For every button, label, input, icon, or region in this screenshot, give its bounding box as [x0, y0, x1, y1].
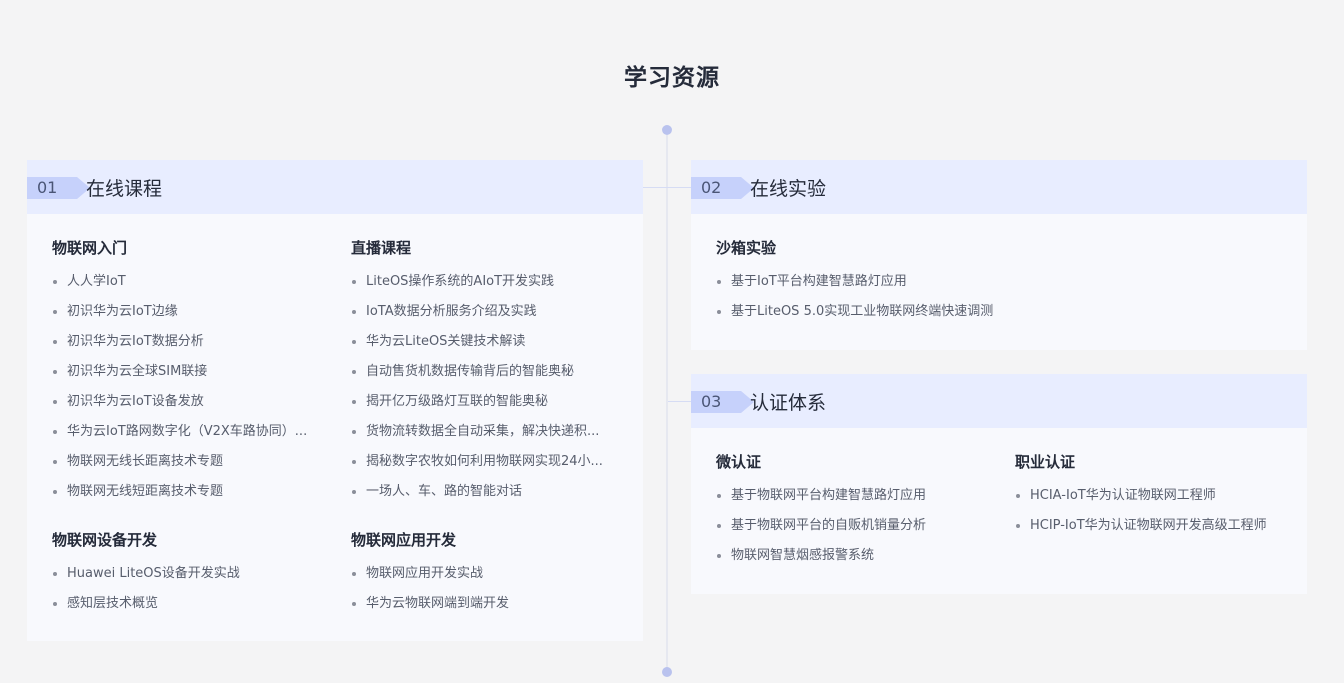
list-item[interactable]: 初识华为云IoT边缘 [52, 302, 322, 332]
list-item[interactable]: 人人学IoT [52, 272, 322, 302]
list-item[interactable]: 基于物联网平台构建智慧路灯应用 [716, 486, 986, 516]
group-title: 物联网入门 [52, 239, 128, 257]
timeline-line [666, 130, 668, 670]
group-title: 物联网设备开发 [52, 531, 158, 549]
certification-card: 03 认证体系 微认证 基于物联网平台构建智慧路灯应用 基于物联网平台的自贩机销… [691, 374, 1307, 594]
page-title: 学习资源 [624, 65, 720, 91]
list-item[interactable]: IoTA数据分析服务介绍及实践 [351, 302, 621, 332]
timeline-bottom-dot [662, 667, 672, 677]
list-item[interactable]: 基于物联网平台的自贩机销量分析 [716, 516, 986, 546]
list-item[interactable]: 货物流转数据全自动采集，解决快递积... [351, 422, 621, 452]
section-title[interactable]: 在线课程 [86, 174, 162, 201]
section-title[interactable]: 在线实验 [750, 174, 826, 201]
cert-group-micro: 微认证 基于物联网平台构建智慧路灯应用 基于物联网平台的自贩机销量分析 物联网智… [716, 451, 986, 576]
list-item[interactable]: 揭开亿万级路灯互联的智能奥秘 [351, 392, 621, 422]
list-item[interactable]: 华为云物联网端到端开发 [351, 594, 621, 624]
group-title: 直播课程 [351, 239, 412, 257]
course-group-app: 物联网应用开发 物联网应用开发实战 华为云物联网端到端开发 [351, 529, 621, 624]
connector-line [643, 187, 691, 188]
group-title: 沙箱实验 [716, 239, 777, 257]
lab-list: 基于IoT平台构建智慧路灯应用 基于LiteOS 5.0实现工业物联网终端快速调… [716, 272, 1276, 332]
list-item[interactable]: HCIA-IoT华为认证物联网工程师 [1015, 486, 1300, 516]
list-item[interactable]: 初识华为云全球SIM联接 [52, 362, 322, 392]
list-item[interactable]: 初识华为云IoT数据分析 [52, 332, 322, 362]
course-group-live: 直播课程 LiteOS操作系统的AIoT开发实践 IoTA数据分析服务介绍及实践… [351, 237, 621, 512]
course-group-intro: 物联网入门 人人学IoT 初识华为云IoT边缘 初识华为云IoT数据分析 初识华… [52, 237, 322, 512]
list-item[interactable]: LiteOS操作系统的AIoT开发实践 [351, 272, 621, 302]
course-list: LiteOS操作系统的AIoT开发实践 IoTA数据分析服务介绍及实践 华为云L… [351, 272, 621, 512]
group-title: 微认证 [716, 453, 762, 471]
list-item[interactable]: 感知层技术概览 [52, 594, 322, 624]
lab-group-sandbox: 沙箱实验 基于IoT平台构建智慧路灯应用 基于LiteOS 5.0实现工业物联网… [716, 237, 1276, 332]
course-list: 人人学IoT 初识华为云IoT边缘 初识华为云IoT数据分析 初识华为云全球SI… [52, 272, 322, 512]
list-item[interactable]: 初识华为云IoT设备发放 [52, 392, 322, 422]
course-list: 物联网应用开发实战 华为云物联网端到端开发 [351, 564, 621, 624]
section-number-tag: 03 [691, 391, 754, 413]
list-item[interactable]: 华为云LiteOS关键技术解读 [351, 332, 621, 362]
group-title: 职业认证 [1015, 453, 1076, 471]
card-header: 01 在线课程 [27, 160, 643, 214]
list-item[interactable]: 物联网无线短距离技术专题 [52, 482, 322, 512]
list-item[interactable]: 一场人、车、路的智能对话 [351, 482, 621, 512]
card-header: 03 认证体系 [691, 374, 1307, 428]
list-item[interactable]: 基于IoT平台构建智慧路灯应用 [716, 272, 1276, 302]
list-item[interactable]: 物联网无线长距离技术专题 [52, 452, 322, 482]
cert-list: HCIA-IoT华为认证物联网工程师 HCIP-IoT华为认证物联网开发高级工程… [1015, 486, 1300, 546]
online-courses-card: 01 在线课程 物联网入门 人人学IoT 初识华为云IoT边缘 初识华为云IoT… [27, 160, 643, 641]
list-item[interactable]: 物联网应用开发实战 [351, 564, 621, 594]
section-number-tag: 01 [27, 177, 90, 199]
online-labs-card: 02 在线实验 沙箱实验 基于IoT平台构建智慧路灯应用 基于LiteOS 5.… [691, 160, 1307, 350]
card-header: 02 在线实验 [691, 160, 1307, 214]
connector-line [668, 401, 691, 402]
timeline-top-dot [662, 125, 672, 135]
list-item[interactable]: 物联网智慧烟感报警系统 [716, 546, 986, 576]
list-item[interactable]: 华为云IoT路网数字化（V2X车路协同）... [52, 422, 322, 452]
cert-group-professional: 职业认证 HCIA-IoT华为认证物联网工程师 HCIP-IoT华为认证物联网开… [1015, 451, 1300, 546]
list-item[interactable]: HCIP-IoT华为认证物联网开发高级工程师 [1015, 516, 1300, 546]
course-list: Huawei LiteOS设备开发实战 感知层技术概览 [52, 564, 322, 624]
group-title: 物联网应用开发 [351, 531, 457, 549]
section-title[interactable]: 认证体系 [750, 388, 826, 415]
list-item[interactable]: 揭秘数字农牧如何利用物联网实现24小... [351, 452, 621, 482]
course-group-device: 物联网设备开发 Huawei LiteOS设备开发实战 感知层技术概览 [52, 529, 322, 624]
list-item[interactable]: 基于LiteOS 5.0实现工业物联网终端快速调测 [716, 302, 1276, 332]
cert-list: 基于物联网平台构建智慧路灯应用 基于物联网平台的自贩机销量分析 物联网智慧烟感报… [716, 486, 986, 576]
list-item[interactable]: 自动售货机数据传输背后的智能奥秘 [351, 362, 621, 392]
list-item[interactable]: Huawei LiteOS设备开发实战 [52, 564, 322, 594]
section-number-tag: 02 [691, 177, 754, 199]
